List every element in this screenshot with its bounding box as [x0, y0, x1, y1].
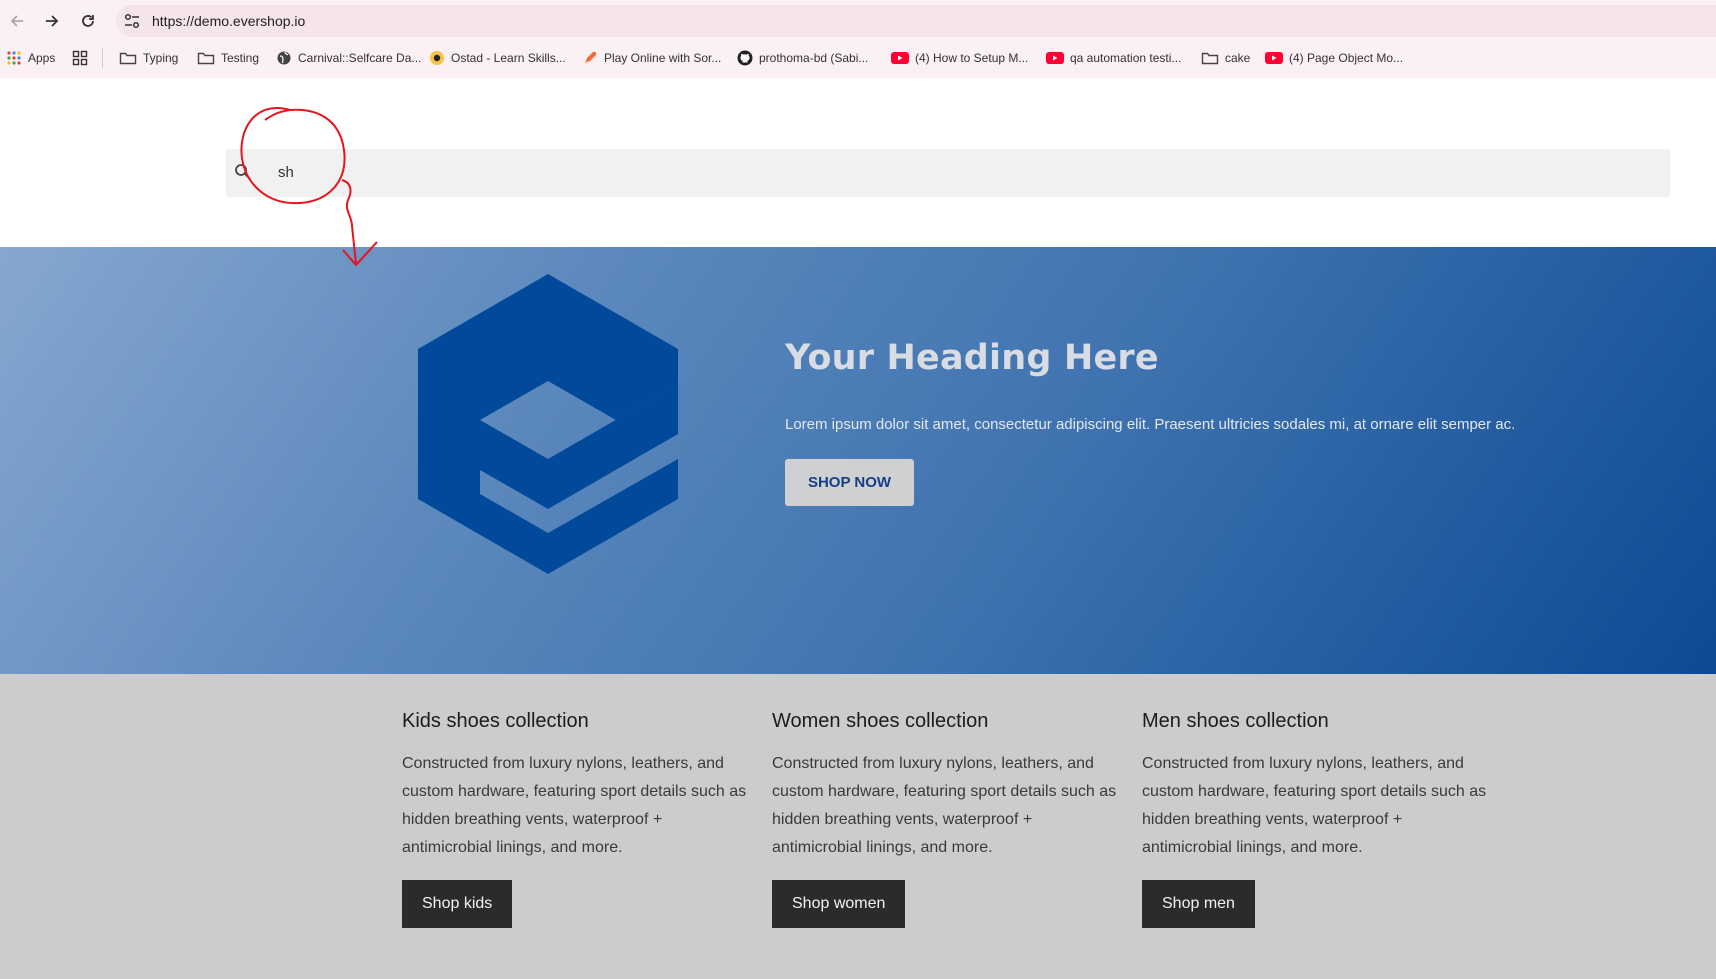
navigation-row: https://demo.evershop.io: [0, 4, 1716, 38]
back-arrow-icon: [10, 15, 23, 27]
bookmark-typing[interactable]: Typing: [119, 44, 178, 72]
search-icon: [235, 164, 251, 180]
bookmark-tab-groups[interactable]: [72, 44, 94, 72]
folder-icon: [1201, 52, 1219, 65]
collection-title: Kids shoes collection: [402, 710, 589, 732]
collection-title: Men shoes collection: [1142, 710, 1329, 732]
address-bar[interactable]: https://demo.evershop.io: [116, 5, 1716, 37]
shop-women-button[interactable]: Shop women: [772, 880, 906, 928]
shop-men-button[interactable]: Shop men: [1142, 880, 1255, 928]
rocket-icon: [585, 52, 596, 63]
bookmark-label: qa automation testi...: [1070, 51, 1182, 65]
bookmark-page-object[interactable]: (4) Page Object Mo...: [1265, 44, 1403, 72]
bookmark-cake[interactable]: cake: [1201, 44, 1250, 72]
bookmark-label: Typing: [143, 51, 179, 65]
shop-now-button[interactable]: SHOP NOW: [785, 459, 914, 506]
reload-button[interactable]: [75, 8, 101, 34]
bookmark-apps[interactable]: Apps: [6, 44, 55, 72]
evershop-logo-icon: [418, 274, 678, 574]
url-text[interactable]: https://demo.evershop.io: [152, 13, 305, 29]
shop-kids-button[interactable]: Shop kids: [402, 880, 513, 928]
youtube-icon: [1046, 52, 1064, 64]
bookmark-prothoma[interactable]: prothoma-bd (Sabi...: [737, 44, 868, 72]
bookmark-label: Carnival::Selfcare Da...: [298, 51, 422, 65]
bookmark-how-to-setup[interactable]: (4) How to Setup M...: [891, 44, 1028, 72]
bookmark-label: Ostad - Learn Skills...: [451, 51, 566, 65]
search-input[interactable]: [278, 164, 678, 181]
collection-title: Women shoes collection: [772, 710, 989, 732]
bookmarks-bar: Apps Typing Testing Carnival::Selfcare D…: [0, 44, 1716, 72]
bookmark-carnival[interactable]: Carnival::Selfcare Da...: [276, 44, 421, 72]
ostad-icon: [430, 51, 444, 65]
folder-icon: [197, 52, 215, 65]
github-icon: [737, 50, 753, 66]
folder-icon: [119, 52, 137, 65]
globe-icon: [277, 51, 291, 65]
bookmark-label: Apps: [28, 51, 56, 65]
browser-toolbar: https://demo.evershop.io Apps Typing Tes…: [0, 0, 1716, 78]
bookmark-label: (4) How to Setup M...: [915, 51, 1029, 65]
reload-icon: [82, 15, 94, 27]
bookmark-label: prothoma-bd (Sabi...: [759, 51, 869, 65]
forward-arrow-icon: [46, 15, 59, 27]
collection-description: Constructed from luxury nylons, leathers…: [772, 755, 1117, 856]
search-section: [0, 78, 1716, 247]
apps-grid-icon: [7, 51, 21, 65]
bookmark-testing[interactable]: Testing: [197, 44, 259, 72]
collections-section: Kids shoes collection Constructed from l…: [0, 674, 1716, 979]
hero-description: Lorem ipsum dolor sit amet, consectetur …: [785, 416, 1516, 433]
hero-banner: Your Heading Here Lorem ipsum dolor sit …: [0, 247, 1716, 674]
collection-description: Constructed from luxury nylons, leathers…: [1142, 755, 1487, 856]
youtube-icon: [1265, 52, 1283, 64]
bookmark-qa-automation[interactable]: qa automation testi...: [1046, 44, 1181, 72]
tab-groups-icon: [72, 50, 88, 66]
bookmark-ostad[interactable]: Ostad - Learn Skills...: [429, 44, 566, 72]
site-info-icon[interactable]: [122, 11, 142, 31]
youtube-icon: [891, 52, 909, 64]
bookmark-play-online[interactable]: Play Online with Sor...: [582, 44, 721, 72]
bookmarks-divider: [102, 48, 103, 68]
bookmark-label: (4) Page Object Mo...: [1289, 51, 1404, 65]
bookmark-label: cake: [1225, 51, 1251, 65]
bookmark-label: Play Online with Sor...: [604, 51, 722, 65]
hero-heading: Your Heading Here: [785, 338, 1159, 378]
back-button[interactable]: [4, 8, 30, 34]
bookmark-label: Testing: [221, 51, 260, 65]
collection-description: Constructed from luxury nylons, leathers…: [402, 755, 747, 856]
forward-button[interactable]: [39, 8, 65, 34]
